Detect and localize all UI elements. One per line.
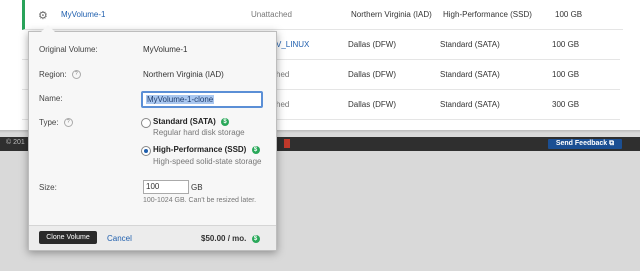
- attached-cell: hed: [276, 100, 290, 109]
- volume-name-link[interactable]: MyVolume-1: [61, 10, 105, 19]
- size-cell: 100 GB: [555, 10, 583, 19]
- region-cell: Dallas (DFW): [348, 100, 396, 109]
- original-volume-value: MyVolume-1: [143, 45, 188, 54]
- footer-badge: [284, 139, 290, 148]
- type-cell: High-Performance (SSD): [443, 10, 532, 19]
- help-icon[interactable]: ?: [71, 70, 81, 80]
- type-cell: Standard (SATA): [440, 40, 500, 49]
- size-cell: 300 GB: [552, 100, 580, 109]
- region-row: Region: ?: [39, 70, 81, 80]
- type-cell: Standard (SATA): [440, 70, 500, 79]
- dollar-icon: $: [251, 234, 260, 243]
- size-cell: 100 GB: [552, 70, 580, 79]
- type-label: Type:: [39, 118, 59, 127]
- high-performance-ssd-label: High-Performance (SSD): [153, 145, 247, 154]
- help-icon[interactable]: ?: [63, 118, 73, 128]
- gear-icon[interactable]: ⚙: [38, 9, 48, 22]
- size-label: Size:: [39, 183, 57, 192]
- send-feedback-button[interactable]: Send Feedback ⧉: [548, 139, 622, 149]
- popover-footer: Clone Volume Cancel $50.00 / mo. $: [29, 225, 276, 250]
- price-row: $50.00 / mo. $: [201, 234, 260, 243]
- high-performance-ssd-desc: High-speed solid-state storage: [153, 157, 262, 166]
- footer-copyright: © 201: [6, 139, 25, 146]
- cancel-link[interactable]: Cancel: [107, 234, 132, 243]
- standard-sata-desc: Regular hard disk storage: [153, 128, 245, 137]
- name-label: Name:: [39, 94, 63, 103]
- dollar-icon: $: [221, 117, 230, 126]
- size-hint: 100-1024 GB. Can't be resized later.: [143, 197, 257, 204]
- size-input[interactable]: 100: [143, 180, 189, 194]
- clone-volume-popover: Original Volume: MyVolume-1 Region: ? No…: [28, 25, 277, 251]
- type-cell: Standard (SATA): [440, 100, 500, 109]
- table-row[interactable]: ⚙ MyVolume-1 Unattached Northern Virgini…: [22, 0, 623, 30]
- standard-sata-radio[interactable]: [141, 118, 151, 128]
- original-volume-label: Original Volume:: [39, 45, 98, 54]
- attached-cell: Unattached: [251, 10, 292, 19]
- type-row: Type: ?: [39, 118, 73, 128]
- size-unit: GB: [191, 183, 203, 192]
- name-input[interactable]: MyVolume-1-clone: [141, 91, 263, 108]
- size-cell: 100 GB: [552, 40, 580, 49]
- send-feedback-label: Send Feedback: [555, 140, 608, 147]
- region-label: Region:: [39, 70, 67, 79]
- popover-arrow: [41, 25, 55, 32]
- size-input-value: 100: [146, 182, 160, 191]
- high-performance-ssd-option[interactable]: High-Performance (SSD) $: [153, 145, 260, 154]
- high-performance-ssd-radio[interactable]: [141, 146, 151, 156]
- price-label: $50.00 / mo.: [201, 234, 247, 243]
- standard-sata-option[interactable]: Standard (SATA) $: [153, 117, 230, 126]
- region-value: Northern Virginia (IAD): [143, 70, 224, 79]
- feedback-icon: ⧉: [609, 140, 615, 147]
- region-cell: Dallas (DFW): [348, 70, 396, 79]
- name-input-value: MyVolume-1-clone: [146, 95, 215, 104]
- clone-volume-button[interactable]: Clone Volume: [39, 231, 97, 244]
- dollar-icon: $: [251, 145, 260, 154]
- attached-cell[interactable]: V_LINUX: [276, 40, 309, 49]
- region-cell: Northern Virginia (IAD): [351, 10, 432, 19]
- attached-cell: hed: [276, 70, 290, 79]
- standard-sata-label: Standard (SATA): [153, 117, 216, 126]
- region-cell: Dallas (DFW): [348, 40, 396, 49]
